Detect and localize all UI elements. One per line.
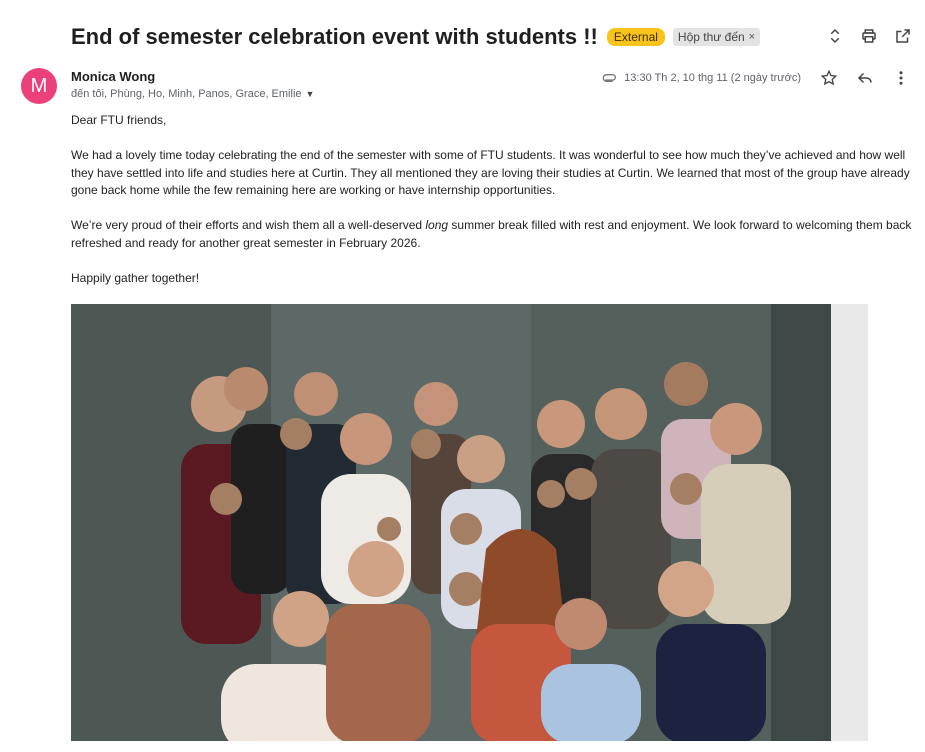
open-in-new-icon [896, 29, 910, 43]
group-photo[interactable] [71, 304, 868, 741]
unfold-icon [830, 28, 840, 44]
body-paragraph-2-emphasis: long [425, 218, 449, 232]
recipients-text: đến tôi, Phùng, Ho, Minh, Panos, Grace, … [71, 88, 302, 100]
more-vert-icon [899, 71, 903, 85]
sender-name[interactable]: Monica Wong [71, 69, 155, 84]
group-photo-illustration [71, 304, 868, 741]
remove-label-button[interactable]: × [749, 31, 755, 43]
print-icon [862, 29, 876, 43]
message-date: 13:30 Th 2, 10 thg 11 (2 ngày trước) [624, 72, 801, 84]
inbox-label: Hộp thư đến × [672, 28, 761, 46]
recipients-dropdown-icon[interactable]: ▼ [306, 89, 315, 99]
greeting: Dear FTU friends, [71, 113, 167, 127]
more-options-button[interactable] [891, 68, 911, 88]
reply-icon [857, 72, 872, 84]
closing-line: Happily gather together! [71, 270, 200, 285]
external-label: External [606, 28, 665, 46]
inbox-label-text: Hộp thư đến [677, 30, 745, 44]
star-button[interactable] [819, 68, 839, 88]
paperclip-icon [602, 74, 617, 82]
print-button[interactable] [859, 26, 879, 46]
recipients-line: đến tôi, Phùng, Ho, Minh, Panos, Grace, … [71, 88, 314, 100]
message-meta: 13:30 Th 2, 10 thg 11 (2 ngày trước) [602, 68, 911, 88]
expand-all-button[interactable] [825, 26, 845, 46]
sender-avatar[interactable]: M [21, 68, 57, 104]
body-paragraph-2: We’re very proud of their efforts and wi… [71, 217, 916, 252]
message-actions [819, 68, 911, 88]
subject-row: End of semester celebration event with s… [71, 22, 761, 52]
body-paragraph-2-start: We’re very proud of their efforts and wi… [71, 218, 426, 232]
star-icon [820, 69, 838, 86]
email-subject: End of semester celebration event with s… [71, 24, 598, 49]
email-body: Dear FTU friends, We had a lovely time t… [71, 112, 916, 305]
reply-button[interactable] [855, 68, 875, 88]
open-new-window-button[interactable] [893, 26, 913, 46]
body-paragraph-1: We had a lovely time today celebrating t… [71, 148, 910, 197]
thread-toolbar [825, 26, 913, 46]
